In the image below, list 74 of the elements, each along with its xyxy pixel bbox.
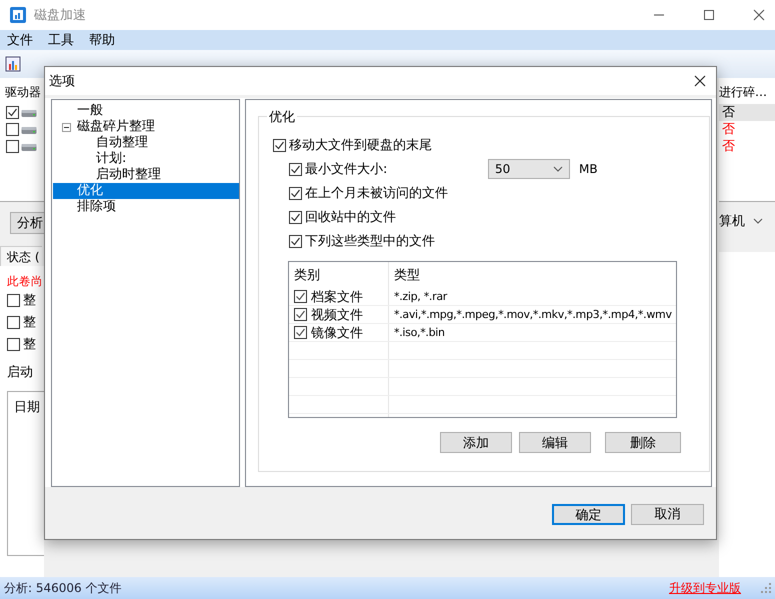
menu-item[interactable]: 工具 — [48, 31, 74, 49]
checkbox[interactable] — [294, 326, 307, 339]
boot-label: 启动 — [7, 364, 34, 381]
chevron-icon — [553, 166, 563, 172]
dialog-button[interactable]: 确定 — [552, 504, 625, 524]
checkbox[interactable] — [7, 316, 20, 328]
tree-item[interactable]: 一般 — [77, 103, 103, 119]
checkbox[interactable] — [6, 106, 19, 119]
window-title: 磁盘加速 — [34, 7, 86, 24]
checkbox[interactable] — [289, 162, 302, 176]
status-cell: 否 — [719, 104, 775, 121]
tab[interactable]: 状态 ( — [0, 246, 42, 267]
tree-item[interactable]: 排除项 — [77, 199, 116, 215]
chart-icon[interactable] — [5, 56, 21, 72]
checkbox-label: 最小文件大小: — [305, 161, 388, 178]
checkbox-label: 下列这些类型中的文件 — [305, 233, 436, 250]
status-text: 分析: 546006 个文件 — [4, 580, 122, 596]
option-label: 整 — [23, 292, 36, 309]
checkbox[interactable] — [289, 234, 302, 248]
checkbox[interactable] — [6, 140, 19, 153]
size-dropdown[interactable]: 50 — [488, 159, 570, 179]
checkbox[interactable] — [289, 210, 302, 224]
analyze-button[interactable]: 分析 — [10, 212, 44, 234]
checkbox[interactable] — [294, 290, 307, 303]
option-label: 整 — [23, 336, 36, 353]
column-header: 驱动器 — [5, 85, 41, 99]
dialog-button[interactable]: 取消 — [631, 504, 704, 524]
close-icon[interactable] — [694, 75, 706, 87]
checkbox-label: 移动大文件到硬盘的末尾 — [289, 137, 432, 154]
drive-icon — [21, 108, 37, 118]
column-header: 日期 — [14, 400, 40, 415]
checkbox[interactable] — [7, 294, 20, 306]
checkbox-label: 回收站中的文件 — [305, 209, 397, 226]
table-cell-text: *.zip, *.rar — [393, 289, 448, 305]
table-action-button[interactable]: 编辑 — [519, 432, 591, 453]
checkbox[interactable] — [7, 338, 20, 350]
column-header: 类型 — [393, 267, 421, 285]
checkbox[interactable] — [273, 138, 286, 152]
status-cell-text: 否 — [721, 121, 736, 138]
tree-item[interactable]: 计划: — [96, 151, 126, 167]
maximize-icon[interactable] — [703, 9, 715, 21]
unit-label: MB — [579, 162, 598, 176]
menu-item[interactable]: 文件 — [7, 31, 33, 49]
tree-item[interactable]: 自动整理 — [96, 135, 148, 151]
checkbox[interactable] — [6, 123, 19, 136]
drive-icon — [21, 124, 37, 134]
table-cell-text: 档案文件 — [311, 288, 363, 306]
tree-item[interactable]: 启动时整理 — [96, 167, 161, 183]
group-title: 优化 — [267, 108, 297, 126]
table-cell-text: *.avi,*.mpg,*.mpeg,*.mov,*.mkv,*.mp3,*.mp4,*.wmv — [393, 307, 673, 323]
table-cell-text: 视频文件 — [311, 306, 363, 324]
computer-dropdown[interactable]: 算机 — [719, 210, 775, 232]
volume-notice: 此卷尚 — [7, 274, 44, 289]
drive-icon — [21, 142, 37, 152]
checkbox[interactable] — [289, 186, 302, 200]
dialog-title: 选项 — [49, 73, 75, 90]
app-icon — [10, 7, 26, 23]
table-action-button[interactable]: 删除 — [605, 432, 681, 453]
tree-item[interactable]: 磁盘碎片整理 — [77, 119, 155, 135]
checkbox[interactable] — [294, 308, 307, 321]
status-cell-text: 否 — [721, 138, 736, 155]
close-icon[interactable] — [753, 9, 765, 21]
option-label: 整 — [23, 314, 36, 331]
chevron-icon — [753, 218, 763, 224]
collapse-icon[interactable] — [62, 123, 71, 132]
checkbox-label: 在上个月未被访问的文件 — [305, 185, 449, 202]
column-header: 进行碎… — [719, 85, 767, 99]
column-header: 类别 — [289, 262, 389, 288]
table-action-button[interactable]: 添加 — [440, 432, 512, 453]
table-cell-text: 镜像文件 — [311, 324, 363, 342]
menu-item[interactable]: 帮助 — [89, 31, 115, 49]
resize-grip-icon — [761, 583, 771, 593]
tree-item[interactable]: 优化 — [53, 183, 239, 199]
table-cell-text: *.iso,*.bin — [393, 325, 446, 341]
